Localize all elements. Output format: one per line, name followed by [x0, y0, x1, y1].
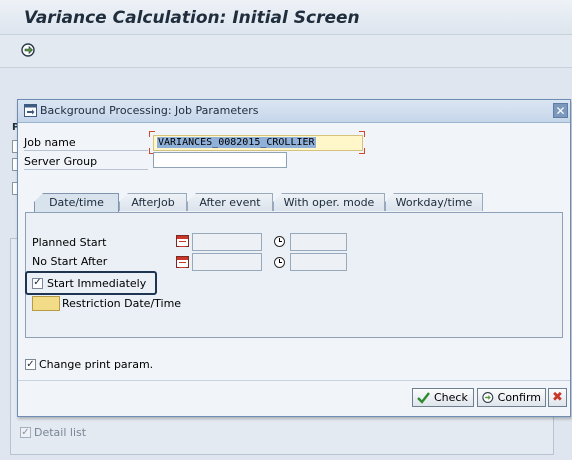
clock-icon[interactable] [274, 236, 285, 247]
page-title: Variance Calculation: Initial Screen [24, 8, 360, 28]
no-start-after-time-field[interactable] [290, 253, 347, 271]
restriction-button[interactable] [32, 296, 60, 311]
detail-list-label: Detail list [34, 426, 87, 439]
job-name-field[interactable]: VARIANCES_0082015_CROLLIER [153, 135, 363, 151]
job-name-value: VARIANCES_0082015_CROLLIER [157, 137, 316, 148]
tab-workday-time[interactable]: Workday/time [385, 193, 483, 211]
tab-date-time[interactable]: Date/time [34, 193, 119, 213]
footer-divider [18, 380, 570, 381]
no-start-after-label: No Start After [32, 255, 108, 268]
label-underline [24, 150, 148, 151]
change-print-label: Change print param. [39, 358, 154, 371]
confirm-label: Confirm [497, 391, 541, 404]
main-title-bar: Variance Calculation: Initial Screen [0, 0, 572, 35]
start-immediately-label: Start Immediately [47, 276, 147, 290]
check-button[interactable]: Check [412, 388, 474, 407]
check-label: Check [434, 391, 468, 404]
execute-icon[interactable] [20, 42, 36, 58]
start-immediately-checkbox[interactable]: ✓ [32, 277, 43, 289]
tab-with-oper-mode[interactable]: With oper. mode [273, 193, 385, 211]
calendar-icon[interactable] [176, 256, 189, 268]
main-toolbar [0, 35, 572, 68]
dialog-icon [24, 104, 37, 117]
check-icon [417, 392, 430, 404]
no-start-after-date-field[interactable] [192, 253, 262, 271]
change-print-row[interactable]: ✓ Change print param. [25, 358, 153, 371]
planned-start-label: Planned Start [32, 236, 107, 249]
tab-after-event[interactable]: After event [187, 193, 273, 211]
job-name-label: Job name [24, 136, 76, 149]
planned-start-date-field[interactable] [192, 233, 262, 251]
dialog-title-bar[interactable]: Background Processing: Job Parameters ✕ [18, 100, 570, 123]
server-group-label: Server Group [24, 155, 98, 168]
detail-list-checkbox[interactable]: ✓ [20, 427, 31, 438]
detail-list-row[interactable]: ✓ Detail list [20, 426, 86, 439]
start-immediately-highlight[interactable]: ✓ Start Immediately [25, 271, 157, 295]
job-parameters-dialog: Background Processing: Job Parameters ✕ … [17, 99, 571, 417]
change-print-checkbox[interactable]: ✓ [25, 359, 36, 370]
confirm-icon [482, 392, 494, 403]
tab-afterjob[interactable]: AfterJob [119, 193, 187, 211]
label-underline [24, 169, 148, 170]
server-group-field[interactable] [153, 152, 287, 168]
tab-strip: Date/time AfterJob After event With oper… [25, 193, 563, 213]
restriction-label: Restriction Date/Time [62, 297, 182, 310]
planned-start-time-field[interactable] [290, 233, 347, 251]
calendar-icon[interactable] [176, 235, 189, 247]
clock-icon[interactable] [274, 257, 285, 268]
close-icon[interactable]: ✕ [553, 103, 568, 118]
dialog-title: Background Processing: Job Parameters [40, 104, 259, 117]
confirm-button[interactable]: Confirm [477, 388, 546, 407]
cancel-icon[interactable]: ✖ [548, 388, 567, 407]
